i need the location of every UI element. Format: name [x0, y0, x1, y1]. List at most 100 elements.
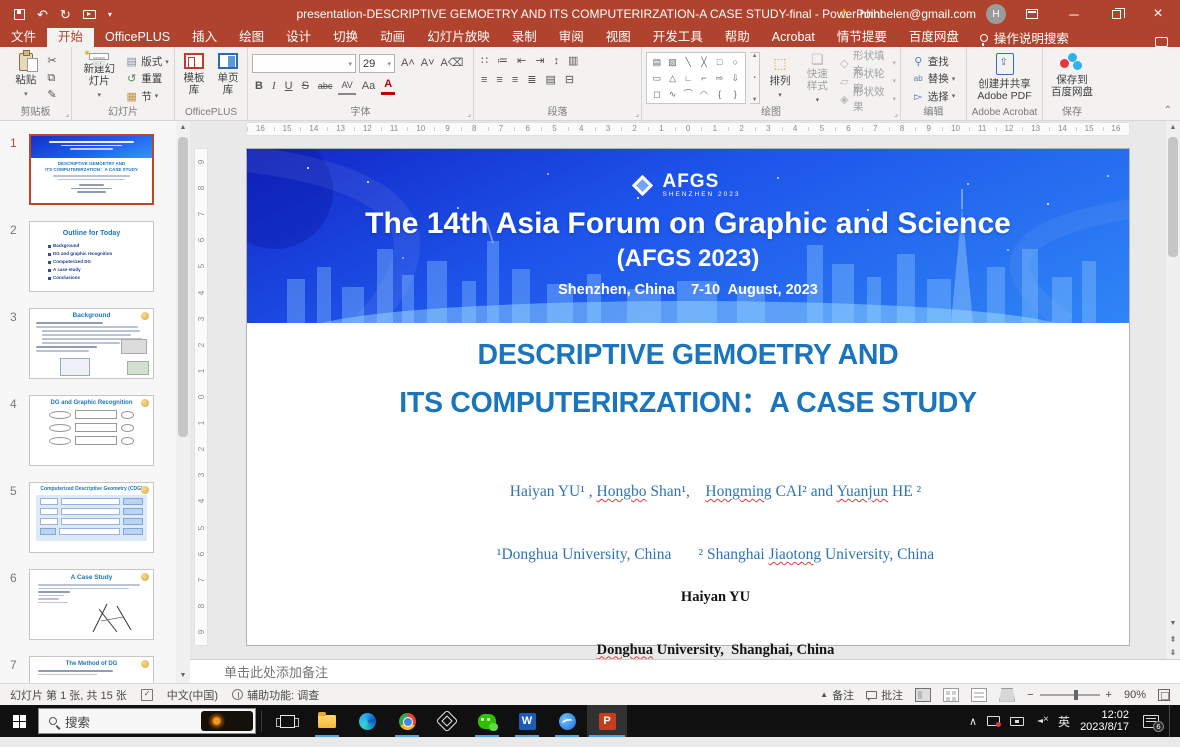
ribbon-tab-切换[interactable]: 切换 — [322, 28, 369, 47]
volume-muted-icon[interactable] — [1034, 716, 1048, 727]
account-email[interactable]: hhhhelen@gmail.com — [860, 7, 976, 21]
slide-title[interactable]: DESCRIPTIVE GEMOETRY ANDITS COMPUTERIRZA… — [247, 331, 1129, 427]
3d-viewer-button[interactable] — [427, 705, 467, 737]
ribbon-tab-Acrobat[interactable]: Acrobat — [761, 28, 826, 47]
glyph-icon[interactable]: ↕ — [550, 54, 562, 69]
ribbon-tab-帮助[interactable]: 帮助 — [714, 28, 761, 47]
slide-canvas[interactable]: AFGS SHENZHEN 2023 The 14th Asia Forum o… — [246, 148, 1130, 646]
ribbon-tab-百度网盘[interactable]: 百度网盘 — [898, 28, 970, 47]
glyph-icon[interactable]: ⇨ — [712, 70, 728, 86]
glyph-icon[interactable]: S — [299, 79, 312, 94]
glyph-icon[interactable]: ◻ — [649, 86, 665, 102]
ime-language-indicator[interactable]: 英 — [1058, 713, 1070, 730]
ribbon-tab-绘图[interactable]: 绘图 — [228, 28, 275, 47]
close-button[interactable]: × — [1142, 0, 1174, 28]
notes-pane[interactable]: 单击此处添加备注 — [190, 659, 1180, 683]
scroll-down-icon[interactable]: ▼ — [176, 669, 190, 683]
projector-icon[interactable] — [1010, 717, 1024, 726]
font-name-combo[interactable]: ▾ — [252, 54, 356, 73]
screen-record-icon[interactable] — [987, 716, 1000, 726]
new-slide-button[interactable]: 新建幻灯片▾ — [77, 51, 121, 104]
file-explorer-button[interactable] — [307, 705, 347, 737]
glyph-icon[interactable]: ▤ — [649, 54, 665, 70]
zoom-out-icon[interactable]: − — [1027, 689, 1033, 701]
start-slideshow-icon[interactable] — [83, 10, 96, 19]
page-library-button[interactable]: 单页库 — [213, 51, 243, 104]
glyph-icon[interactable]: { — [712, 86, 728, 102]
horizontal-ruler[interactable]: 1615141312111098765432101234567891011121… — [246, 122, 1130, 136]
glyph-icon[interactable]: ⌐ — [696, 70, 712, 86]
taskbar-search-box[interactable]: 搜索 — [38, 708, 256, 734]
ribbon-tab-开发工具[interactable]: 开发工具 — [642, 28, 714, 47]
slide-thumbnail-1[interactable]: DESCRIPTIVE GEMOETRY ANDITS COMPUTERIRZA… — [29, 134, 154, 205]
glyph-icon[interactable]: ≔ — [494, 54, 511, 69]
glyph-icon[interactable]: abc — [315, 79, 336, 94]
glyph-icon[interactable]: A˅ — [418, 56, 438, 71]
previous-slide-button[interactable]: ⇞ — [1166, 633, 1180, 646]
glyph-icon[interactable]: ⇥ — [532, 54, 547, 69]
normal-view-button[interactable] — [915, 688, 931, 702]
powerpoint-button[interactable]: P — [587, 705, 627, 737]
notes-placeholder[interactable]: 单击此处添加备注 — [224, 662, 328, 681]
slideshow-view-button[interactable] — [999, 688, 1015, 702]
glyph-icon[interactable]: A˄ — [398, 56, 418, 71]
scrollbar-thumb[interactable] — [1168, 137, 1178, 257]
glyph-icon[interactable]: □ — [712, 54, 728, 70]
glyph-icon[interactable]: ∿ — [665, 86, 681, 102]
ribbon-tab-插入[interactable]: 插入 — [181, 28, 228, 47]
ribbon-tab-幻灯片放映[interactable]: 幻灯片放映 — [416, 28, 501, 47]
glyph-icon[interactable]: ○ — [727, 54, 743, 70]
notes-toggle[interactable]: ▲备注 — [820, 687, 854, 703]
start-button[interactable] — [0, 705, 38, 737]
news-interest-thumbnail[interactable] — [201, 711, 253, 731]
ribbon-display-options-button[interactable] — [1016, 0, 1048, 28]
font-dialog-launcher[interactable]: ⌟ — [467, 109, 471, 118]
glyph-icon[interactable]: I — [269, 79, 279, 94]
slide-thumbnail-6[interactable]: A Case Study — [29, 569, 154, 640]
zoom-in-icon[interactable]: + — [1106, 689, 1112, 701]
glyph-icon[interactable]: ≣ — [524, 73, 539, 88]
accessibility-status[interactable]: 辅助功能: 调查 — [232, 687, 319, 703]
word-button[interactable]: W — [507, 705, 547, 737]
glyph-icon[interactable]: ▧ — [665, 54, 681, 70]
ribbon-tab-视图[interactable]: 视图 — [595, 28, 642, 47]
next-slide-button[interactable]: ⇟ — [1166, 646, 1180, 659]
glyph-icon[interactable]: ▤ — [542, 73, 558, 88]
shapes-gallery[interactable]: ▤▧╲╳□○▭△∟⌐⇨⇩◻∿⌒◠{} — [646, 52, 746, 104]
notification-center-icon[interactable]: 6 — [1143, 715, 1159, 728]
tray-expand-icon[interactable]: ∧ — [969, 715, 977, 728]
glyph-icon[interactable]: ∷ — [478, 54, 491, 69]
scroll-up-icon[interactable]: ▲ — [1166, 121, 1180, 135]
glyph-icon[interactable]: ≡ — [509, 73, 521, 88]
ribbon-tab-情节提要[interactable]: 情节提要 — [826, 28, 898, 47]
chrome-button[interactable] — [387, 705, 427, 737]
slide-thumbnail-5[interactable]: Computerized Descriptive Geometry (CDG) — [29, 482, 154, 553]
glyph-icon[interactable]: A — [381, 77, 395, 95]
vertical-ruler[interactable]: 9876543210123456789 — [194, 148, 208, 646]
glyph-icon[interactable]: } — [727, 86, 743, 102]
glyph-icon[interactable]: B — [252, 79, 266, 94]
zoom-slider-knob[interactable] — [1074, 690, 1078, 700]
reset-button[interactable]: ↺重置 — [125, 71, 169, 86]
clipboard-dialog-launcher[interactable]: ⌟ — [65, 109, 69, 118]
save-icon[interactable] — [14, 9, 25, 20]
undo-icon[interactable]: ↶ — [37, 8, 48, 21]
slide-thumbnail-2[interactable]: Outline for Today BackgroundDG and graph… — [29, 221, 154, 292]
reading-view-button[interactable] — [971, 688, 987, 702]
paste-button[interactable]: 粘贴▾ — [11, 51, 40, 104]
slide-thumbnail-7[interactable]: The Method of DG — [29, 656, 154, 683]
glyph-icon[interactable]: U — [282, 79, 296, 94]
customize-qat-icon[interactable]: ▾ — [108, 8, 112, 21]
comments-toggle[interactable]: 批注 — [866, 687, 903, 703]
ribbon-tab-OfficePLUS[interactable]: OfficePLUS — [94, 28, 181, 47]
glyph-icon[interactable]: ⇤ — [514, 54, 529, 69]
scroll-up-icon[interactable]: ▲ — [176, 121, 190, 135]
glyph-icon[interactable]: A⌫ — [438, 56, 467, 71]
glyph-icon[interactable]: ╳ — [696, 54, 712, 70]
create-pdf-button[interactable]: 创建并共享Adobe PDF — [973, 51, 1035, 104]
glyph-icon[interactable]: ∟ — [680, 70, 696, 86]
restore-button[interactable] — [1100, 0, 1132, 28]
scroll-down-icon[interactable]: ▼ — [1166, 617, 1180, 631]
ribbon-tab-审阅[interactable]: 审阅 — [548, 28, 595, 47]
font-size-combo[interactable]: 29▾ — [359, 54, 395, 73]
